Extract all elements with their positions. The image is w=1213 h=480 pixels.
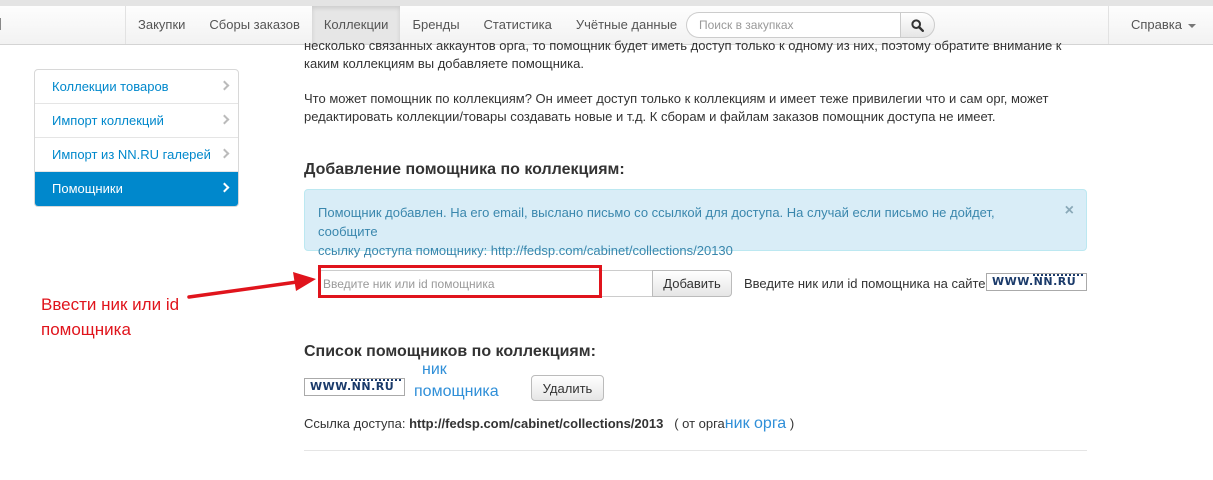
search-button[interactable] [900, 12, 935, 38]
intro-line: несколько связанных аккаунтов орга, то п… [304, 38, 1062, 53]
logo-dots [351, 379, 401, 382]
rights-paragraph: Что может помощник по коллекциям? Он име… [304, 90, 1094, 126]
access-link-row: Ссылка доступа: http://fedsp.com/cabinet… [304, 415, 794, 433]
sidebar-item-collections[interactable]: Коллекции товаров [35, 70, 238, 104]
chevron-right-icon [219, 114, 230, 125]
sidebar-item-import-nn-gallery[interactable]: Импорт из NN.RU галерей [35, 138, 238, 172]
help-label: Справка [1131, 17, 1182, 32]
chevron-right-icon [219, 148, 230, 159]
sidebar-item-import-collections[interactable]: Импорт коллекций [35, 104, 238, 138]
annotation-line: помощника [414, 383, 499, 400]
caret-down-icon [1188, 23, 1196, 28]
annotation-line: ник [422, 361, 447, 378]
rights-line: Что может помощник по коллекциям? Он име… [304, 91, 1049, 106]
rights-line: редактировать коллекции/товары создавать… [304, 109, 996, 124]
nav-item-order-collections[interactable]: Сборы заказов [197, 6, 311, 44]
nn-ru-logo: WWW.NN.RU [986, 273, 1087, 291]
access-label: Ссылка доступа: [304, 416, 406, 431]
close-icon[interactable]: × [1065, 201, 1074, 220]
brand-edge [0, 18, 1, 30]
chevron-right-icon [219, 182, 230, 193]
alert-line: ссылку доступа помощнику: http://fedsp.c… [318, 243, 733, 258]
success-alert: Помощник добавлен. На его email, выслано… [304, 189, 1087, 258]
annotation-arrow-icon [187, 272, 316, 299]
access-link[interactable]: http://fedsp.com/cabinet/collections/201… [409, 416, 663, 431]
sidebar-menu: Коллекции товаров Импорт коллекций Импор… [34, 69, 239, 207]
sidebar-item-label: Импорт из NN.RU галерей [52, 147, 211, 162]
annotation-line: Ввести ник или id [41, 295, 180, 314]
alert-line: Помощник добавлен. На его email, выслано… [318, 205, 995, 239]
logo-dots [1033, 274, 1083, 277]
assistant-nick-annotation: ник помощника [414, 359, 524, 403]
nn-ru-logo: WWW.NN.RU [304, 378, 405, 396]
assistant-nick-input[interactable] [318, 270, 652, 297]
chevron-right-icon [219, 80, 230, 91]
org-suffix: ) [789, 416, 795, 431]
search-form [686, 12, 935, 38]
org-prefix: ( от орга [674, 416, 725, 431]
add-assistant-heading: Добавление помощника по коллекциям: [304, 161, 625, 178]
delete-assistant-button[interactable]: Удалить [531, 375, 604, 401]
intro-paragraph: несколько связанных аккаунтов орга, то п… [304, 37, 1094, 73]
search-input[interactable] [686, 12, 900, 38]
divider [304, 450, 1087, 451]
input-hint: Введите ник или id помощника на сайте [744, 276, 986, 291]
add-assistant-button[interactable]: Добавить [652, 270, 732, 297]
sidebar-item-label: Импорт коллекций [52, 113, 164, 128]
help-dropdown[interactable]: Справка [1108, 6, 1213, 44]
search-icon [911, 18, 924, 32]
sidebar-item-label: Помощники [52, 181, 123, 196]
annotation-line: помощника [41, 320, 131, 339]
org-nick-annotation: ник орга [724, 415, 787, 432]
intro-line: каким коллекциям вы добавляете помощника… [304, 56, 584, 71]
sidebar-item-assistants[interactable]: Помощники [35, 172, 238, 206]
annotation-note: Ввести ник или id помощника [41, 292, 179, 342]
nav-item-purchases[interactable]: Закупки [126, 6, 197, 44]
sidebar-item-label: Коллекции товаров [52, 79, 169, 94]
